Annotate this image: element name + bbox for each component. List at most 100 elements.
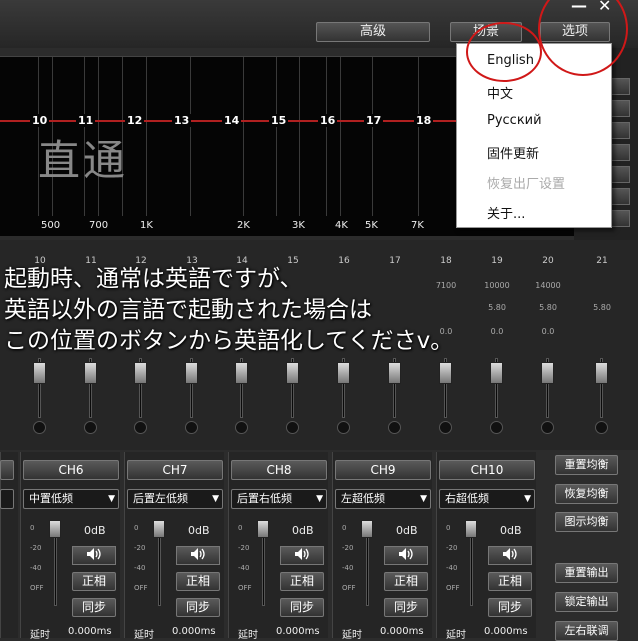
reset-eq-button[interactable]: 重置均衡	[555, 455, 618, 475]
scroll-button[interactable]	[610, 144, 630, 161]
band-slider-knob[interactable]	[490, 362, 503, 384]
sync-button[interactable]: 同步	[280, 598, 324, 617]
band-slider-knob[interactable]	[84, 362, 97, 384]
delay-value[interactable]: 0.000ms	[172, 626, 216, 637]
annotation-line: 英語以外の言語で起動された場合は	[4, 297, 372, 323]
mute-button[interactable]	[176, 546, 220, 565]
channel-fader[interactable]	[153, 520, 165, 610]
delay-value[interactable]: 0.000ms	[276, 626, 320, 637]
fader-scale-label: -20	[238, 544, 250, 552]
mute-button[interactable]	[488, 546, 532, 565]
advanced-button[interactable]: 高级	[316, 22, 430, 42]
fader-scale-label: OFF	[342, 584, 356, 592]
band-slider-knob[interactable]	[388, 362, 401, 384]
menu-item-firmware-update[interactable]: 固件更新	[487, 143, 539, 162]
band-slider-knob[interactable]	[439, 362, 452, 384]
channel-fader[interactable]	[361, 520, 373, 610]
mute-button[interactable]	[72, 546, 116, 565]
phase-button[interactable]: 正相	[488, 572, 532, 591]
freq-label: 5K	[365, 220, 378, 231]
band-slider-knob[interactable]	[286, 362, 299, 384]
channel-name-button[interactable]: CH9	[335, 460, 431, 480]
channel-gain-value: 0dB	[500, 524, 522, 537]
band-slider-knob[interactable]	[541, 362, 554, 384]
band-marker[interactable]: 18	[414, 114, 434, 127]
band-slider-knob[interactable]	[595, 362, 608, 384]
band-select-dot[interactable]	[337, 421, 350, 434]
band-marker[interactable]: 12	[125, 114, 145, 127]
channel-name-button[interactable]: CH6	[23, 460, 119, 480]
band-marker[interactable]: 13	[172, 114, 192, 127]
channel-type-select[interactable]: 后置右低频 ▼	[231, 489, 327, 509]
band-select-dot[interactable]	[235, 421, 248, 434]
band-select-dot[interactable]	[439, 421, 452, 434]
freq-label: 1K	[140, 220, 153, 231]
menu-item-russian[interactable]: Русский	[487, 113, 542, 128]
band-select-dot[interactable]	[286, 421, 299, 434]
restore-eq-button[interactable]: 恢复均衡	[555, 484, 618, 504]
band-slider-knob[interactable]	[337, 362, 350, 384]
band-select-dot[interactable]	[541, 421, 554, 434]
sync-button[interactable]: 同步	[384, 598, 428, 617]
delay-value[interactable]: 0.000ms	[484, 626, 528, 637]
freq-label: 500	[41, 220, 61, 231]
band-slider-knob[interactable]	[235, 362, 248, 384]
channel-name-button[interactable]: CH7	[127, 460, 223, 480]
mute-button[interactable]	[384, 546, 428, 565]
channel-fader[interactable]	[49, 520, 61, 610]
channel-type-select[interactable]: 后置左低频 ▼	[127, 489, 223, 509]
band-slider-knob[interactable]	[134, 362, 147, 384]
channel-fader[interactable]	[465, 520, 477, 610]
menu-item-chinese[interactable]: 中文	[487, 83, 513, 102]
band-select-dot[interactable]	[33, 421, 46, 434]
channel-type-select[interactable]: 左超低频 ▼	[335, 489, 431, 509]
scroll-button[interactable]	[610, 122, 630, 139]
delay-value[interactable]: 0.000ms	[380, 626, 424, 637]
band-slider-knob[interactable]	[185, 362, 198, 384]
freq-label: 4K	[335, 220, 348, 231]
phase-button[interactable]: 正相	[384, 572, 428, 591]
phase-button[interactable]: 正相	[72, 572, 116, 591]
band-marker[interactable]: 17	[364, 114, 384, 127]
scroll-button[interactable]	[610, 210, 630, 227]
band-select-dot[interactable]	[185, 421, 198, 434]
channel-type-label: 右超低频	[445, 492, 489, 505]
mute-button[interactable]	[280, 546, 324, 565]
band-select-dot[interactable]	[84, 421, 97, 434]
delay-value[interactable]: 0.000ms	[68, 626, 112, 637]
band-marker[interactable]: 15	[269, 114, 289, 127]
sync-button[interactable]: 同步	[72, 598, 116, 617]
band-marker[interactable]: 10	[30, 114, 50, 127]
sync-button[interactable]: 同步	[488, 598, 532, 617]
highlight-circle	[466, 22, 542, 82]
band-select-dot[interactable]	[490, 421, 503, 434]
band-select-dot[interactable]	[595, 421, 608, 434]
lock-output-button[interactable]: 锁定输出	[555, 592, 618, 612]
channel-type-label: 中置低频	[29, 492, 73, 505]
band-select-dot[interactable]	[388, 421, 401, 434]
lr-link-button[interactable]: 左右联调	[555, 621, 618, 641]
phase-button[interactable]: 正相	[280, 572, 324, 591]
channel-type-select[interactable]: 中置低频 ▼	[23, 489, 119, 509]
scroll-button[interactable]	[610, 166, 630, 183]
channel-gain-value: 0dB	[396, 524, 418, 537]
band-slider-knob[interactable]	[33, 362, 46, 384]
band-marker[interactable]: 11	[76, 114, 96, 127]
sync-button[interactable]: 同步	[176, 598, 220, 617]
channel-fader[interactable]	[257, 520, 269, 610]
band-select-dot[interactable]	[134, 421, 147, 434]
speaker-icon	[87, 548, 101, 560]
channel-type-select[interactable]: 右超低频 ▼	[439, 489, 535, 509]
dropdown-caret-icon: ▼	[212, 494, 219, 504]
band-marker[interactable]: 16	[318, 114, 338, 127]
channel-name-button[interactable]: CH10	[439, 460, 535, 480]
menu-item-about[interactable]: 关于...	[487, 203, 525, 222]
phase-button[interactable]: 正相	[176, 572, 220, 591]
channel-name-button[interactable]: CH8	[231, 460, 327, 480]
reset-output-button[interactable]: 重置输出	[555, 563, 618, 583]
scroll-button[interactable]	[610, 78, 630, 95]
show-eq-button[interactable]: 图示均衡	[555, 512, 618, 532]
scroll-button[interactable]	[610, 100, 630, 117]
scroll-button[interactable]	[610, 188, 630, 205]
band-marker[interactable]: 14	[222, 114, 242, 127]
